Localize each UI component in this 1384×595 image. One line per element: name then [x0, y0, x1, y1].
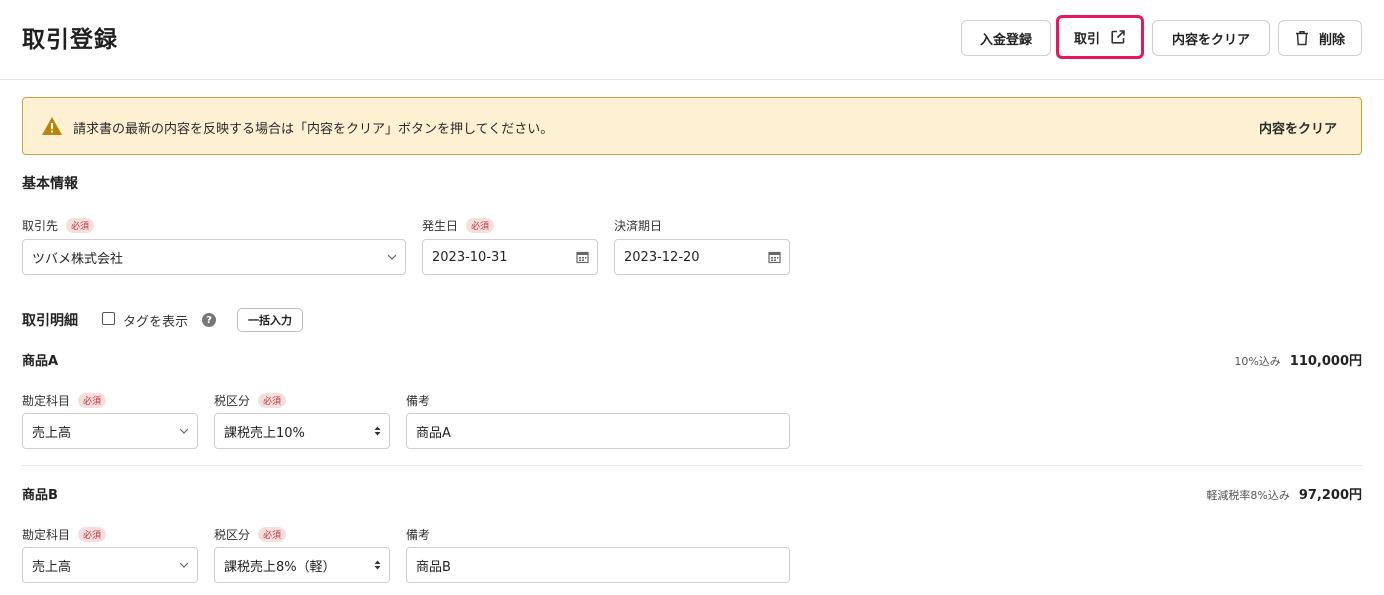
item-a-amount: 10%込み 110,000円 — [1234, 350, 1362, 369]
item-a-tax-select[interactable]: 課税売上10% — [214, 413, 390, 449]
page-title: 取引登録 — [22, 27, 118, 53]
item-b-tax-note: 軽減税率8%込み — [1206, 489, 1290, 502]
item-a-tax-label-group: 税区分 必須 — [214, 392, 287, 409]
item-a-tax-note: 10%込み — [1234, 355, 1281, 368]
issue-date-value: 2023-10-31 — [432, 249, 508, 265]
payment-register-label: 入金登録 — [979, 32, 1032, 48]
item-b-tax-label-group: 税区分 必須 — [214, 526, 287, 543]
item-a-account-select[interactable]: 売上高 — [22, 413, 198, 449]
item-b-title: 商品B — [22, 488, 58, 503]
item-a-memo-input[interactable]: 商品A — [406, 413, 790, 449]
required-badge: 必須 — [78, 393, 107, 408]
due-date-label: 決済期日 — [614, 219, 663, 233]
clear-content-button[interactable]: 内容をクリア — [1152, 20, 1270, 56]
help-icon[interactable]: ? — [202, 313, 216, 327]
due-date-input[interactable]: 2023-12-20 — [614, 239, 790, 275]
account-label: 勘定科目 — [22, 528, 71, 542]
info-alert: 請求書の最新の内容を反映する場合は「内容をクリア」ボタンを押してください。 内容… — [22, 97, 1362, 155]
details-title: 取引明細 — [22, 313, 78, 329]
show-tags-text: タグを表示 — [123, 315, 189, 330]
show-tags-checkbox[interactable] — [102, 312, 115, 325]
issue-date-label: 発生日 — [422, 219, 459, 233]
issue-date-label-group: 発生日 必須 — [422, 217, 495, 234]
item-a-account-label-group: 勘定科目 必須 — [22, 392, 107, 409]
item-b-amount: 軽減税率8%込み 97,200円 — [1206, 484, 1362, 503]
partner-select[interactable]: ツバメ株式会社 — [22, 239, 406, 275]
trash-icon — [1295, 30, 1309, 46]
memo-label: 備考 — [406, 394, 431, 408]
item-b-account-label-group: 勘定科目 必須 — [22, 526, 107, 543]
memo-label: 備考 — [406, 528, 431, 542]
item-b-tax-select[interactable]: 課税売上8%（軽） — [214, 547, 390, 583]
alert-clear-link[interactable]: 内容をクリア — [1259, 118, 1337, 137]
partner-value: ツバメ株式会社 — [32, 251, 124, 267]
item-a-memo-label-group: 備考 — [406, 392, 430, 409]
account-label: 勘定科目 — [22, 394, 71, 408]
warning-icon — [41, 116, 63, 140]
required-badge: 必須 — [78, 527, 107, 542]
delete-label: 削除 — [1318, 32, 1345, 48]
item-a-memo-value: 商品A — [416, 425, 451, 441]
select-arrows-icon — [374, 560, 381, 571]
clear-content-label: 内容をクリア — [1171, 32, 1250, 48]
basic-info-title: 基本情報 — [22, 176, 78, 192]
chevron-down-icon — [179, 562, 189, 568]
item-b-memo-input[interactable]: 商品B — [406, 547, 790, 583]
due-date-label-group: 決済期日 — [614, 217, 662, 234]
item-divider — [22, 465, 1362, 466]
required-badge: 必須 — [466, 218, 495, 233]
item-a-title: 商品A — [22, 354, 59, 369]
required-badge: 必須 — [66, 218, 95, 233]
due-date-value: 2023-12-20 — [624, 249, 700, 265]
item-b-memo-label-group: 備考 — [406, 526, 430, 543]
required-badge: 必須 — [258, 393, 287, 408]
payment-register-button[interactable]: 入金登録 — [961, 20, 1051, 56]
tax-label: 税区分 — [214, 528, 251, 542]
partner-label: 取引先 — [22, 219, 59, 233]
item-b-memo-value: 商品B — [416, 559, 451, 575]
page-header: 取引登録 入金登録 取引 内容をクリア 削除 — [0, 0, 1384, 80]
calendar-icon[interactable] — [576, 251, 589, 264]
partner-label-group: 取引先 必須 — [22, 217, 95, 234]
alert-message: 請求書の最新の内容を反映する場合は「内容をクリア」ボタンを押してください。 — [73, 122, 554, 137]
item-b-account-select[interactable]: 売上高 — [22, 547, 198, 583]
calendar-icon[interactable] — [768, 251, 781, 264]
delete-button[interactable]: 削除 — [1278, 20, 1362, 56]
transaction-label: 取引 — [1073, 31, 1100, 47]
tax-label: 税区分 — [214, 394, 251, 408]
item-a-account-value: 売上高 — [32, 425, 72, 441]
item-b-account-value: 売上高 — [32, 559, 72, 575]
required-badge: 必須 — [258, 527, 287, 542]
item-b-amount-value: 97,200円 — [1298, 488, 1362, 503]
bulk-input-label: 一括入力 — [248, 314, 292, 327]
item-a-tax-value: 課税売上10% — [224, 425, 305, 441]
external-link-icon — [1110, 29, 1126, 45]
show-tags-label: タグを表示 — [123, 311, 188, 330]
item-a-amount-value: 110,000円 — [1289, 354, 1362, 369]
chevron-down-icon — [179, 428, 189, 434]
select-arrows-icon — [374, 426, 381, 437]
item-b-tax-value: 課税売上8%（軽） — [224, 559, 336, 575]
transaction-button[interactable]: 取引 — [1056, 15, 1144, 59]
issue-date-input[interactable]: 2023-10-31 — [422, 239, 598, 275]
chevron-down-icon — [387, 254, 397, 260]
bulk-input-button[interactable]: 一括入力 — [237, 308, 303, 332]
